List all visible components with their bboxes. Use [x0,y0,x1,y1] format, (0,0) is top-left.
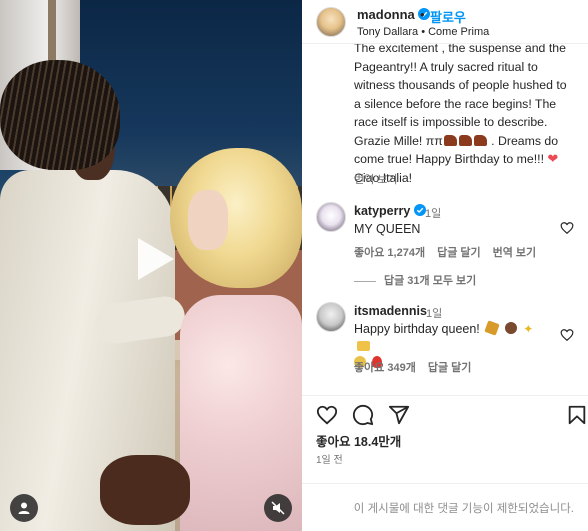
horse-emoji-icon [473,134,487,146]
comment-text: MY QUEEN [354,222,421,236]
comments-restricted-notice: 이 게시물에 대한 댓글 기능이 제한되었습니다. [353,503,574,515]
audio-track-link[interactable]: Tony Dallara • Come Prima [357,26,489,38]
commenter-username-text[interactable]: katyperry [354,204,410,218]
author-avatar[interactable] [316,7,346,37]
caption-translate-button[interactable]: 번역 보기 [354,171,398,187]
view-replies-label[interactable]: 답글 31개 모두 보기 [384,275,476,287]
follow-button[interactable]: 팔로우 [430,7,466,26]
caption-area: The excitement , the suspense and the Pa… [302,44,588,192]
comment-like-heart-icon[interactable] [560,221,574,235]
horse-emoji-icon [458,134,472,146]
heart-emoji-icon: ❤ [547,151,559,166]
comment-likes-count[interactable]: 좋아요 1,274개 [354,247,425,259]
comment-time[interactable]: 1일 [426,305,442,321]
comment-likes-count[interactable]: 좋아요 349개 [354,362,416,374]
mute-icon [271,501,285,515]
comment-item: itsmadennis 1일 Happy birthday queen! ✦ 좋… [302,300,588,380]
post-media-video[interactable] [0,0,302,531]
view-replies-button[interactable]: 답글 31개 모두 보기 [354,272,476,288]
sparkles-emoji-icon: ✦ [523,322,534,336]
comment-translate-button[interactable]: 번역 보기 [493,247,537,259]
media-woman-face [188,190,228,250]
comment-meta: 좋아요 1,274개 답글 달기 번역 보기 [354,244,548,260]
post-likes-count[interactable]: 좋아요 18.4만개 [316,431,401,450]
share-icon[interactable] [388,404,410,426]
post-action-bar [302,395,588,435]
caption-line: witness thousands of people hushed to [354,78,567,92]
media-man-hair [0,60,120,170]
play-button[interactable] [124,230,182,288]
comment-footer: 이 게시물에 대한 댓글 기능이 제한되었습니다. [302,483,588,531]
post-header: madonna • 팔로우 Tony Dallara • Come Prima [302,0,588,44]
user-tag-icon [18,502,30,514]
caption-pi-symbols: ππ [425,133,443,148]
comment-time[interactable]: 1일 [425,205,441,221]
comment-item: katyperry 1일 MY QUEEN 좋아요 1,274개 답글 달기 번역 … [302,200,588,280]
author-username-text[interactable]: madonna [357,7,415,22]
comment-text: Happy birthday queen! [354,322,480,336]
horse-emoji-icon [443,134,457,146]
comment-meta: 좋아요 349개 답글 달기 [354,359,483,375]
commenter-avatar[interactable] [316,302,346,332]
caption-text: The excitement , the suspense and the Pa… [354,44,576,187]
cake-emoji-icon [357,341,370,351]
post-detail-panel: madonna • 팔로우 Tony Dallara • Come Prima … [302,0,588,531]
comment-icon[interactable] [352,404,374,426]
caption-fragment: . Dreams do [487,133,559,148]
play-icon [138,238,174,280]
commenter-avatar[interactable] [316,202,346,232]
comment-reply-button[interactable]: 답글 달기 [437,247,481,259]
heart-icon[interactable] [316,404,338,426]
caption-line: Grazie Mille! ππ . Dreams do [354,132,576,151]
caption-line: come true! Happy Birthday to me!!! ❤ [354,150,576,169]
caption-fragment: Grazie Mille! [354,133,426,148]
party-emoji-icon [484,320,500,336]
mute-button[interactable] [264,494,292,522]
caption-line: a silence before the race begins! The [354,96,557,111]
header-dot-separator: • [420,7,425,22]
replies-divider-line [354,280,376,282]
post-timestamp[interactable]: 1일 전 [316,451,343,466]
media-hand [100,455,190,525]
caption-line: race itself is impossible to describe. [354,115,548,129]
caption-fragment: come true! Happy Birthday to me!!! [354,152,548,166]
user-tag-button[interactable] [10,494,38,522]
commenter-username[interactable]: katyperry [354,204,426,218]
comment-like-heart-icon[interactable] [560,328,574,342]
verified-icon [413,204,426,216]
comment-reply-button[interactable]: 답글 달기 [428,362,472,374]
caption-line: Pageantry!! A truly sacred ritual to [354,59,538,74]
save-icon[interactable] [566,404,588,426]
commenter-username[interactable]: itsmadennis [354,304,427,318]
caption-line: The excitement , the suspense and the [354,44,566,55]
cookie-emoji-icon [504,322,517,334]
